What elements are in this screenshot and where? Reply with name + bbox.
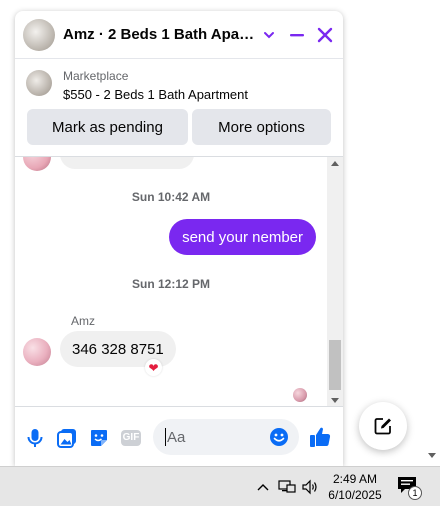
sender-name: Amz	[71, 314, 95, 328]
mark-as-pending-button[interactable]: Mark as pending	[27, 109, 188, 145]
notification-count-badge: 1	[408, 486, 422, 500]
taskbar: 2:49 AM 6/10/2025 1	[0, 466, 440, 506]
previous-message-bubble[interactable]	[60, 157, 194, 169]
scrollbar-thumb[interactable]	[329, 340, 341, 390]
timestamp: Sun 10:42 AM	[131, 190, 211, 204]
heart-reaction-icon[interactable]: ❤	[145, 359, 162, 376]
photo-icon[interactable]	[56, 427, 78, 449]
marketplace-listing: Marketplace $550 - 2 Beds 1 Bath Apartme…	[15, 60, 343, 156]
scroll-down-arrow-icon[interactable]	[428, 453, 436, 458]
message-scrollbar[interactable]	[327, 157, 343, 406]
compose-icon	[374, 418, 391, 435]
chat-window: Amz · 2 Beds 1 Bath Apart... Marketplace…	[15, 11, 343, 466]
contact-avatar[interactable]	[23, 19, 55, 51]
message-input[interactable]: Aa	[153, 419, 299, 455]
listing-title[interactable]: $550 - 2 Beds 1 Bath Apartment	[63, 87, 248, 102]
more-options-button[interactable]: More options	[192, 109, 331, 145]
listing-source: Marketplace	[63, 69, 129, 83]
close-icon[interactable]	[313, 23, 337, 47]
emoji-icon[interactable]	[269, 427, 289, 447]
clock-time: 2:49 AM	[332, 472, 378, 486]
avatar[interactable]	[23, 338, 51, 366]
microphone-icon[interactable]	[24, 427, 46, 449]
message-list[interactable]: Sun 10:42 AM send your nember Sun 12:12 …	[15, 156, 343, 406]
scroll-down-arrow-icon[interactable]	[331, 398, 339, 403]
message-input-placeholder: Aa	[167, 429, 186, 446]
listing-thumbnail[interactable]	[26, 70, 52, 96]
scroll-up-arrow-icon[interactable]	[331, 161, 339, 166]
seen-avatar	[293, 388, 307, 402]
minimize-icon[interactable]	[285, 23, 309, 47]
chevron-down-icon[interactable]	[257, 23, 281, 47]
chat-header[interactable]: Amz · 2 Beds 1 Bath Apart...	[15, 11, 343, 59]
gif-icon[interactable]: GIF	[120, 427, 142, 449]
message-composer: GIF Aa	[15, 406, 343, 466]
page-scrollbar[interactable]	[424, 0, 440, 466]
sticker-icon[interactable]	[88, 427, 110, 449]
clock-date: 6/10/2025	[328, 488, 382, 502]
text-caret	[165, 428, 166, 446]
gif-label: GIF	[120, 430, 142, 446]
thumbs-up-icon[interactable]	[308, 425, 332, 449]
system-clock[interactable]: 2:49 AM 6/10/2025	[320, 471, 390, 503]
chevron-up-icon[interactable]	[253, 477, 273, 497]
timestamp: Sun 12:12 PM	[131, 277, 211, 291]
volume-icon[interactable]	[300, 477, 320, 497]
new-message-button[interactable]	[359, 402, 407, 450]
chat-title[interactable]: Amz · 2 Beds 1 Bath Apart...	[63, 26, 259, 43]
avatar	[23, 157, 51, 171]
outgoing-message[interactable]: send your nember	[169, 219, 316, 255]
network-icon[interactable]	[277, 477, 297, 497]
